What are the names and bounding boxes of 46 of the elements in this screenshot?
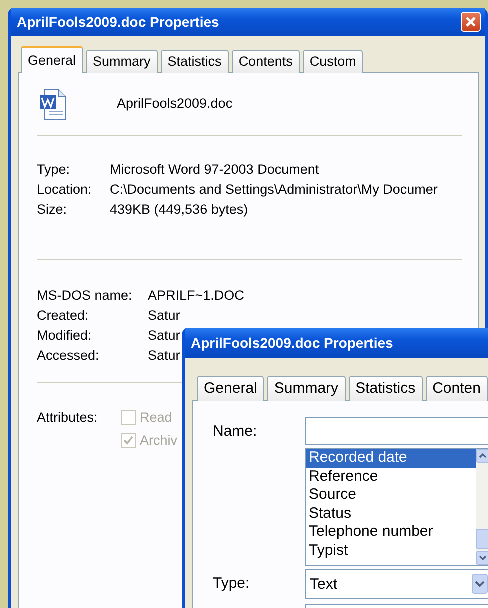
close-button[interactable] xyxy=(461,12,481,32)
field-label: Size: xyxy=(37,202,68,217)
field-value: Microsoft Word 97-2003 Document xyxy=(110,162,320,177)
document-icon xyxy=(39,89,67,121)
tab[interactable]: General xyxy=(197,376,264,401)
tab[interactable]: General xyxy=(21,46,84,73)
field-value: Satur xyxy=(148,308,182,323)
scrollbar[interactable] xyxy=(476,449,488,565)
tab[interactable]: Statistics xyxy=(160,50,229,73)
scroll-up-icon[interactable] xyxy=(476,449,488,463)
field-value: 439KB (449,536 bytes) xyxy=(110,202,250,217)
field-label: Created: xyxy=(37,308,90,323)
tab[interactable]: Summary xyxy=(267,376,346,401)
tab[interactable]: Summary xyxy=(86,50,158,73)
close-icon xyxy=(465,16,477,28)
list-item[interactable]: Reference xyxy=(306,468,476,486)
field-label: Location: xyxy=(37,182,93,197)
field-label: Accessed: xyxy=(37,348,100,363)
tab[interactable]: Contents xyxy=(232,50,300,73)
checkbox-label: Archiv xyxy=(140,433,178,448)
name-field[interactable] xyxy=(305,417,488,445)
field-label: Modified: xyxy=(37,328,93,343)
field-label: MS-DOS name: xyxy=(37,288,134,303)
scroll-thumb[interactable] xyxy=(476,529,488,549)
field-value: APRILF~1.DOC xyxy=(148,288,246,303)
scroll-down-icon[interactable] xyxy=(476,551,488,565)
file-name: AprilFools2009.doc xyxy=(117,96,233,111)
list-item[interactable]: Telephone number xyxy=(306,523,476,542)
window-title: AprilFools2009.doc Properties xyxy=(191,335,394,351)
field-label: Type: xyxy=(37,162,72,177)
tab[interactable]: Statistics xyxy=(348,376,423,401)
field-label: Type: xyxy=(213,574,251,594)
checkbox-label: Read xyxy=(140,410,172,425)
field-value: Satur xyxy=(148,328,182,343)
field-label: Attributes: xyxy=(37,410,99,427)
tab[interactable]: Custom xyxy=(302,50,364,73)
list-item[interactable]: Source xyxy=(306,486,476,505)
field-label: Name: xyxy=(213,422,258,442)
type-dropdown[interactable]: Text xyxy=(305,569,488,599)
list-item[interactable]: Recorded date xyxy=(306,449,476,468)
list-item[interactable]: Status xyxy=(306,504,476,524)
field-value: C:\Documents and Settings\Administrator\My Documer xyxy=(110,182,439,197)
tab[interactable]: Conten xyxy=(426,376,488,401)
window-title: AprilFools2009.doc Properties xyxy=(17,14,220,30)
list-item[interactable]: Typist xyxy=(306,542,476,561)
field-value: Satur xyxy=(148,348,182,363)
